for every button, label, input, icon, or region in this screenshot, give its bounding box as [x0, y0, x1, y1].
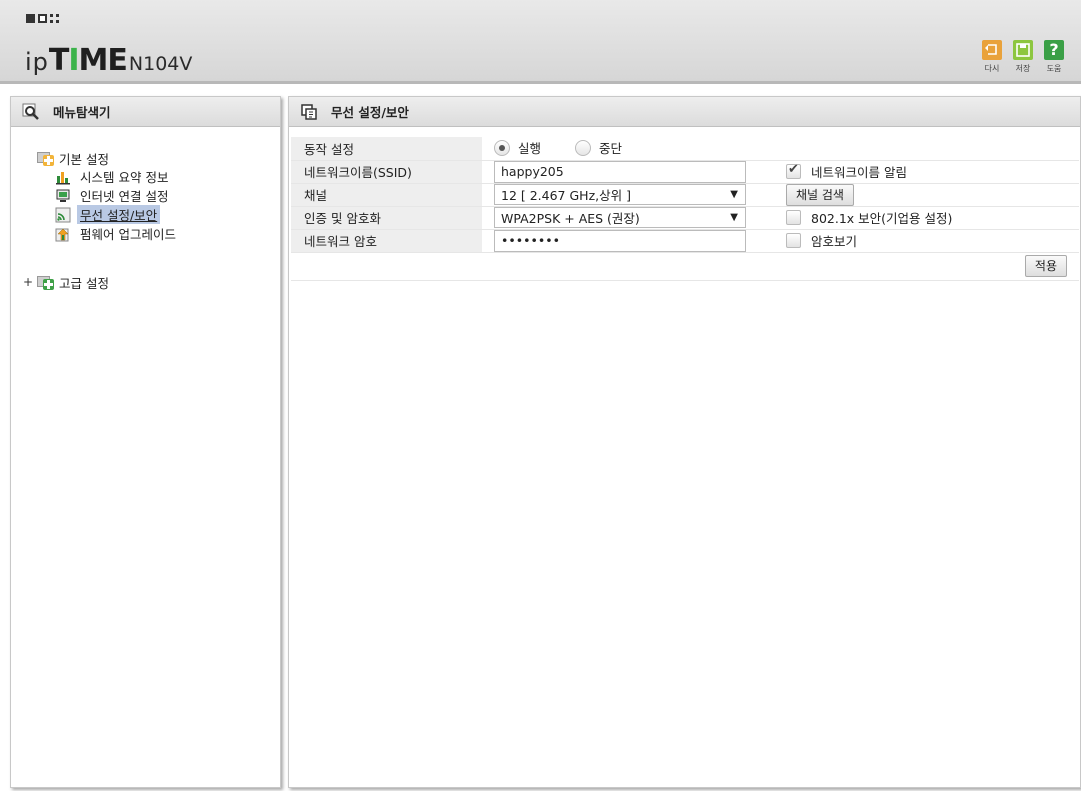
content-panel: 무선 설정/보안 동작 설정 실행 중단 네트워크이름(SSID) happy2… [288, 96, 1081, 788]
radio-stop-indicator[interactable] [575, 139, 591, 156]
save-button[interactable]: 저장 [1010, 40, 1036, 74]
wireless-settings-table: 동작 설정 실행 중단 네트워크이름(SSID) happy205 ✔ 네트워크… [291, 137, 1079, 281]
model-name: N104V [128, 53, 193, 75]
save-icon [1013, 40, 1033, 60]
password-input[interactable]: •••••••• [494, 229, 746, 252]
square-solid-icon [26, 14, 35, 23]
tree-folder-advanced[interactable]: + 고급 설정 [11, 273, 280, 291]
tree-item-firmware-upgrade[interactable]: 펌웨어 업그레이드 [55, 224, 280, 243]
apply-row: 적용 [291, 252, 1079, 281]
undo-button[interactable]: 다시 [979, 40, 1005, 74]
ssid-input[interactable]: happy205 [494, 160, 746, 183]
show-password-label: 암호보기 [811, 233, 858, 249]
radio-stop[interactable]: 중단 [575, 138, 622, 157]
tree-item-wireless-security[interactable]: 무선 설정/보안 [55, 205, 280, 224]
auth-row: 인증 및 암호화 WPA2PSK + AES (권장) ▼ 802.1x 보안(… [291, 206, 1079, 230]
page-title: 무선 설정/보안 [331, 105, 409, 120]
apply-button[interactable]: 적용 [1024, 255, 1067, 277]
wireless-icon [55, 207, 71, 223]
tree-item-internet-setup[interactable]: 인터넷 연결 설정 [55, 186, 280, 205]
ssid-broadcast-label: 네트워크이름 알림 [811, 164, 907, 180]
monitor-icon [55, 188, 71, 204]
menu-explorer-header: 메뉴탐색기 [11, 97, 280, 127]
chart-icon [55, 169, 71, 185]
show-password-checkbox[interactable] [786, 232, 801, 248]
channel-label: 채널 [291, 183, 482, 207]
operation-label: 동작 설정 [291, 137, 482, 161]
channel-row: 채널 12 [ 2.467 GHz,상위 ] ▼ 채널 검색 [291, 183, 1079, 207]
radio-run-indicator[interactable] [494, 139, 510, 156]
ssid-row: 네트워크이름(SSID) happy205 네트워크이름 알림 [291, 160, 1079, 184]
operation-row: 동작 설정 실행 중단 [291, 137, 1079, 161]
channel-scan-button[interactable]: 채널 검색 [786, 183, 854, 206]
magnifier-icon [21, 103, 41, 121]
tool-buttons: 다시 저장 ? 도움 [979, 40, 1067, 74]
folder-icon [37, 151, 55, 166]
radio-run[interactable]: 실행 [494, 138, 541, 157]
page-icon [299, 103, 319, 121]
grid-icon [50, 14, 59, 23]
password-row: 네트워크 암호 •••••••• 암호보기 [291, 229, 1079, 253]
channel-select[interactable]: 12 [ 2.467 GHz,상위 ] ▼ [494, 184, 746, 205]
tree-item-system-summary[interactable]: 시스템 요약 정보 [55, 167, 280, 186]
password-label: 네트워크 암호 [291, 229, 482, 253]
header-bar: ip TIME N104V 다시 저장 ? 도움 [0, 0, 1081, 84]
tree-folder-basic[interactable]: 기본 설정 [11, 149, 280, 167]
undo-icon [982, 40, 1002, 60]
upgrade-icon [55, 226, 71, 242]
ssid-label: 네트워크이름(SSID) [291, 160, 482, 184]
iptime-logo: ip TIME N104V [25, 43, 193, 78]
window-icons [26, 14, 59, 23]
menu-explorer-title: 메뉴탐색기 [53, 105, 111, 120]
content-header: 무선 설정/보안 [289, 97, 1080, 127]
square-hollow-icon [38, 14, 47, 23]
ssid-broadcast-checkbox[interactable] [786, 162, 801, 179]
auth-label: 인증 및 암호화 [291, 206, 482, 230]
menu-explorer-panel: 메뉴탐색기 기본 설정 시스템 요약 정보 인터넷 연결 설정 무선 설정/보안… [10, 96, 281, 788]
dropdown-arrow-icon: ▼ [730, 212, 738, 223]
enterprise-security-checkbox[interactable] [786, 209, 801, 225]
help-button[interactable]: ? 도움 [1041, 40, 1067, 74]
dropdown-arrow-icon: ▼ [730, 189, 738, 200]
auth-select[interactable]: WPA2PSK + AES (권장) ▼ [494, 207, 746, 228]
enterprise-security-label: 802.1x 보안(기업용 설정) [811, 210, 953, 226]
expand-plus-icon[interactable]: + [23, 275, 37, 289]
menu-tree: 기본 설정 시스템 요약 정보 인터넷 연결 설정 무선 설정/보안 펌웨어 업… [11, 127, 280, 291]
help-icon: ? [1044, 40, 1064, 60]
folder-icon [37, 275, 55, 290]
